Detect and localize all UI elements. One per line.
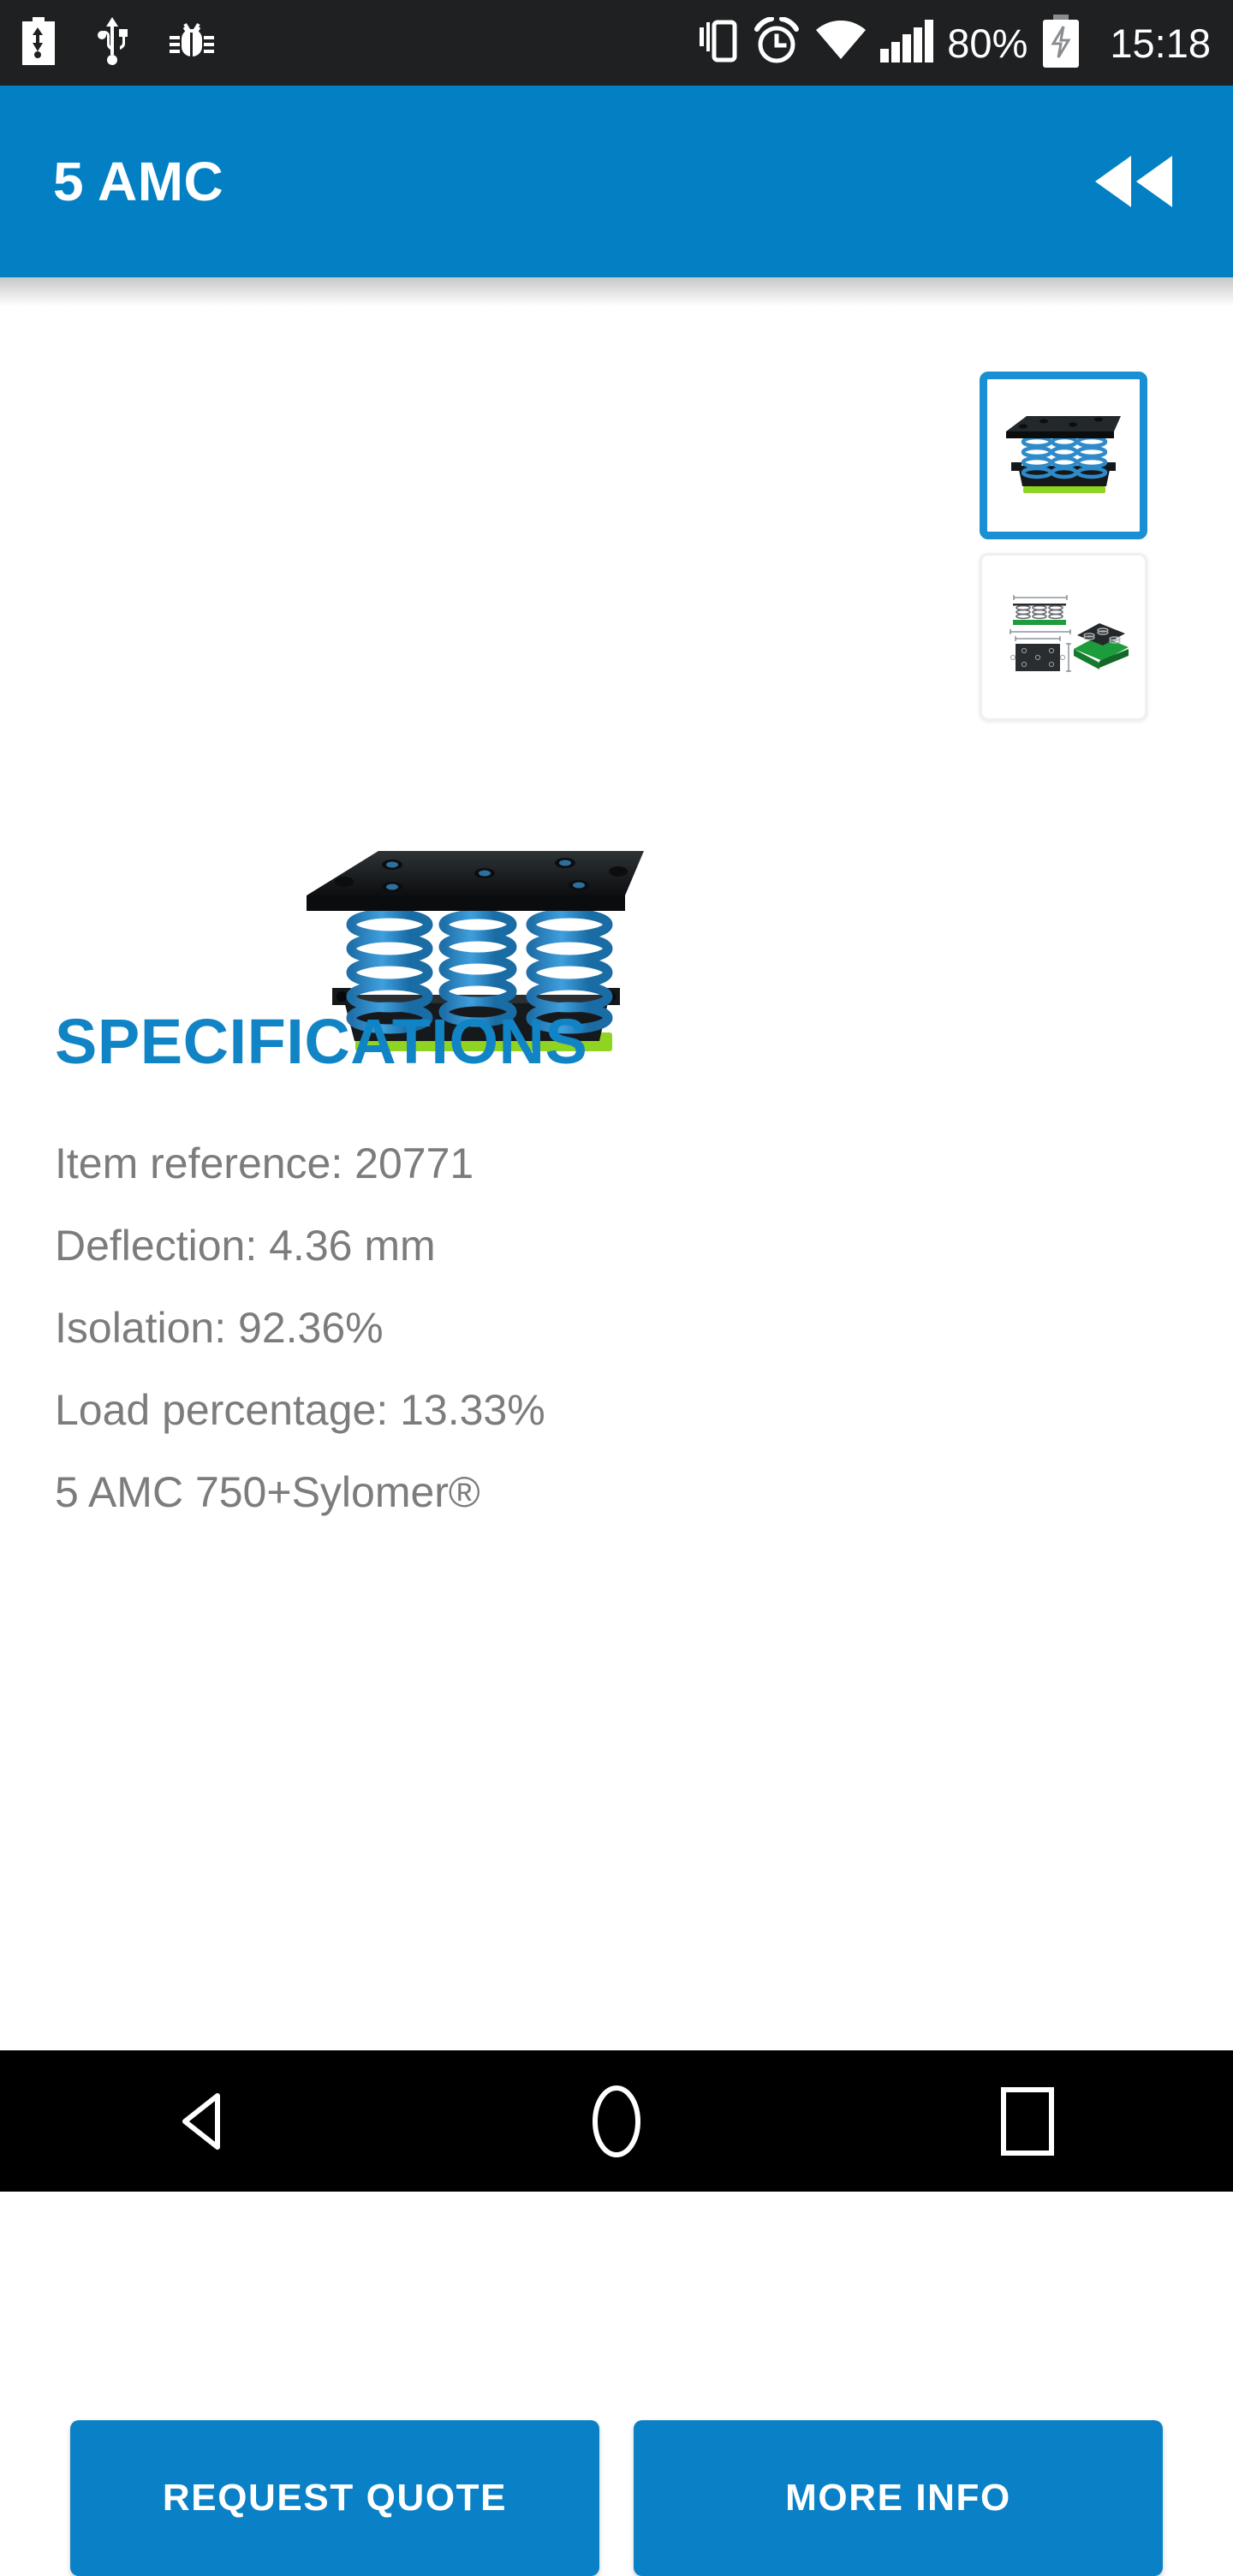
- spec-load-percentage: Load percentage: 13.33%: [55, 1386, 545, 1434]
- status-bar-right-icons: 80% 15:18: [695, 14, 1211, 72]
- thumbnail-strip: [980, 372, 1147, 721]
- more-info-button[interactable]: MORE INFO: [634, 2420, 1163, 2576]
- battery-percentage-label: 80%: [947, 20, 1028, 66]
- product-gallery: [0, 277, 1233, 1051]
- alarm-clock-icon: [752, 15, 801, 69]
- page-title: 5 AMC: [53, 151, 224, 212]
- rewind-double-left-icon[interactable]: [1086, 134, 1180, 229]
- spec-model-name: 5 AMC 750+Sylomer®: [55, 1468, 480, 1516]
- recents-square-icon[interactable]: [899, 2050, 1156, 2192]
- clock-label: 15:18: [1110, 20, 1211, 66]
- home-circle-icon[interactable]: [488, 2050, 745, 2192]
- status-bar: 80% 15:18: [0, 0, 1233, 86]
- vibrate-mode-icon: [695, 17, 738, 69]
- debug-bug-icon: [170, 19, 214, 68]
- specifications-section: SPECIFICATIONS Item reference: 20771 Def…: [0, 1005, 1233, 2576]
- request-quote-button[interactable]: REQUEST QUOTE: [70, 2420, 599, 2576]
- cellular-signal-icon: [880, 19, 934, 67]
- app-bar-shadow: [0, 277, 1233, 306]
- status-bar-left-icons: [22, 16, 214, 69]
- thumbnail-technical-drawing[interactable]: [980, 553, 1147, 721]
- specifications-list: Item reference: 20771 Deflection: 4.36 m…: [0, 1122, 1233, 1533]
- usb-connection-icon: [94, 16, 130, 69]
- back-triangle-icon[interactable]: [77, 2050, 334, 2192]
- wifi-icon: [815, 20, 867, 67]
- battery-charging-icon: [1041, 14, 1081, 72]
- app-bar: 5 AMC: [0, 86, 1233, 277]
- action-button-row: REQUEST QUOTE MORE INFO: [70, 2420, 1163, 2576]
- usb-charging-battery-icon: [22, 16, 55, 69]
- thumbnail-product-photo[interactable]: [980, 372, 1147, 539]
- spec-item-reference: Item reference: 20771: [55, 1139, 474, 1187]
- android-navigation-bar: [0, 2050, 1233, 2192]
- content-area: SPECIFICATIONS Item reference: 20771 Def…: [0, 277, 1233, 2576]
- spec-deflection: Deflection: 4.36 mm: [55, 1222, 436, 1270]
- spec-isolation: Isolation: 92.36%: [55, 1304, 384, 1352]
- specifications-heading: SPECIFICATIONS: [55, 1006, 588, 1077]
